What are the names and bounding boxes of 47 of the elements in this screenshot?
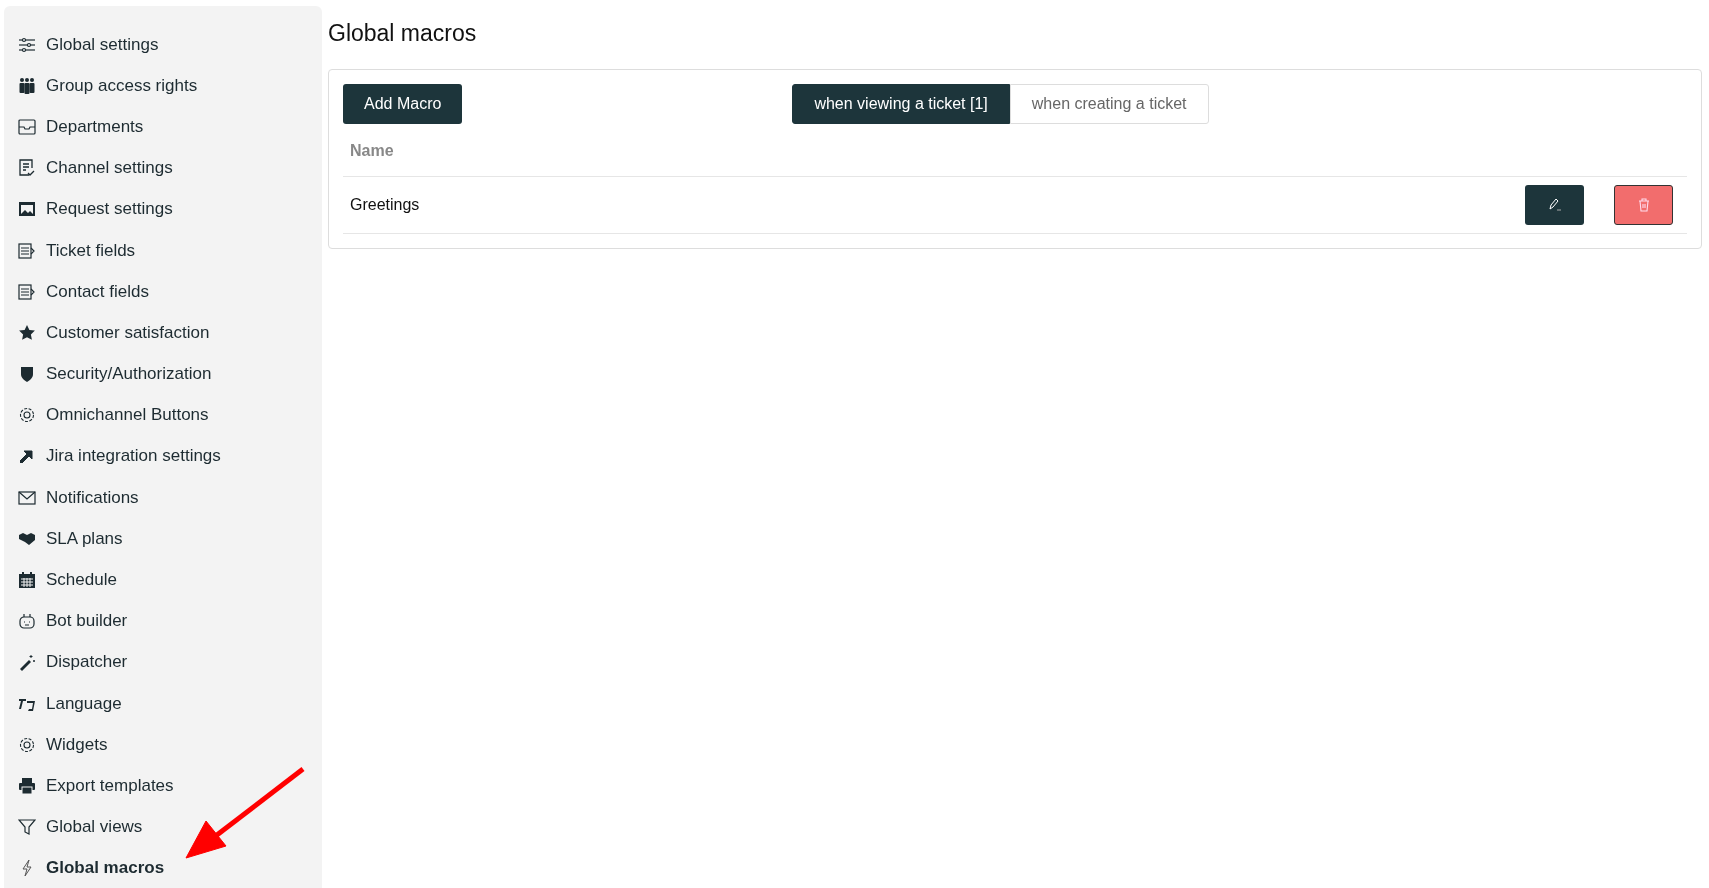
- printer-icon: [18, 776, 36, 795]
- form-icon: [18, 241, 36, 260]
- sidebar-item[interactable]: Notifications: [18, 477, 322, 519]
- sidebar-item[interactable]: SLA plans: [18, 518, 322, 560]
- add-macro-button[interactable]: Add Macro: [343, 84, 463, 124]
- sidebar-item[interactable]: Global views: [18, 806, 322, 848]
- calendar-icon: [18, 571, 36, 590]
- filter-icon: [18, 818, 36, 837]
- column-header: Name: [350, 142, 394, 159]
- arrow-icon: [18, 447, 36, 466]
- inbox-icon: [18, 117, 36, 136]
- sidebar-item[interactable]: Jira integration settings: [18, 435, 322, 478]
- wand-icon: [18, 653, 36, 672]
- sidebar-item[interactable]: Customer satisfaction: [18, 312, 322, 354]
- sidebar-item[interactable]: Request settings: [18, 188, 322, 230]
- sidebar-item[interactable]: Group access rights: [18, 65, 322, 107]
- sidebar-item[interactable]: Schedule: [18, 559, 322, 601]
- pencil-icon: [1546, 197, 1563, 213]
- table-cell-text: Greetings: [350, 196, 421, 214]
- sidebar-item[interactable]: Global macros: [18, 847, 322, 888]
- robot-icon: [18, 612, 36, 631]
- sidebar-item[interactable]: Security/Authorization: [18, 353, 322, 395]
- sidebar-item[interactable]: Contact fields: [18, 271, 322, 313]
- gear-icon: [18, 406, 36, 425]
- delete-button[interactable]: [1614, 185, 1673, 225]
- sidebar-item[interactable]: Language: [18, 683, 322, 725]
- sidebar-item[interactable]: Dispatcher: [18, 641, 322, 683]
- sliders-icon: [18, 35, 36, 54]
- image-icon: [18, 200, 36, 219]
- form-icon: [18, 282, 36, 301]
- page-title: Global macros: [328, 20, 478, 47]
- filter-tab[interactable]: when viewing a ticket [1]: [792, 84, 1010, 124]
- shield-icon: [18, 365, 36, 384]
- sidebar-item[interactable]: Departments: [18, 106, 322, 148]
- sidebar-item[interactable]: Widgets: [18, 724, 322, 766]
- checklist-icon: [18, 159, 36, 178]
- mail-icon: [18, 488, 36, 507]
- sidebar-item[interactable]: Global settings: [18, 24, 322, 66]
- sidebar-item[interactable]: Channel settings: [18, 147, 322, 189]
- sidebar-item[interactable]: Ticket fields: [18, 229, 322, 272]
- sidebar-item[interactable]: Bot builder: [18, 600, 322, 642]
- gear-icon: [18, 735, 36, 754]
- sidebar-item[interactable]: Omnichannel Buttons: [18, 394, 322, 436]
- people-icon: [18, 76, 36, 95]
- sidebar-item[interactable]: Export templates: [18, 765, 322, 807]
- star-icon: [18, 323, 36, 342]
- filter-tab[interactable]: when creating a ticket: [1009, 84, 1209, 124]
